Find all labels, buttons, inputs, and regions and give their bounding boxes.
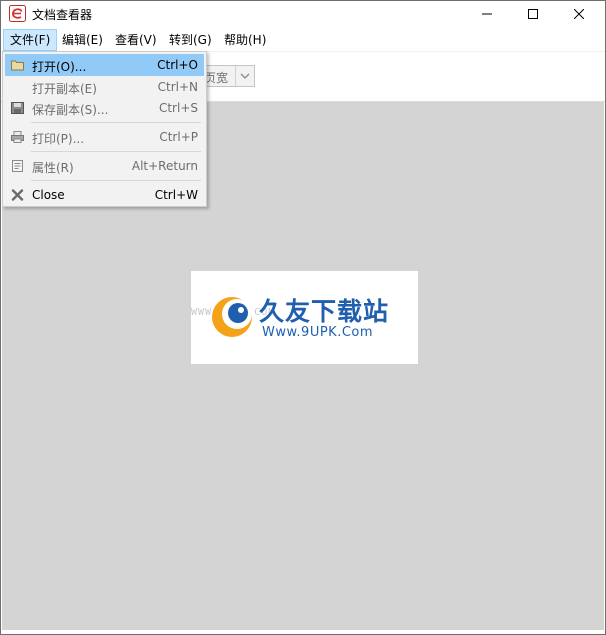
menu-bar: 文件(F) 编辑(E) 查看(V) 转到(G) 帮助(H): [1, 29, 605, 52]
save-icon: [11, 102, 24, 114]
close-button[interactable]: [556, 1, 602, 27]
watermark-brand: 久友下载站: [259, 297, 390, 326]
menu-file[interactable]: 文件(F): [3, 29, 58, 51]
menu-separator: [31, 180, 201, 181]
minimize-button[interactable]: [464, 1, 510, 27]
menu-view[interactable]: 查看(V): [109, 29, 163, 51]
zoom-value: 页宽: [204, 71, 229, 85]
close-x-icon: [11, 189, 24, 201]
watermark-logo-icon: [212, 297, 252, 337]
title-bar[interactable]: 文档查看器: [1, 1, 605, 27]
window-title: 文档查看器: [32, 8, 93, 22]
watermark-url: Www.9UPK.Com: [262, 325, 374, 340]
maximize-icon: [528, 9, 538, 19]
maximize-button[interactable]: [510, 1, 556, 27]
properties-icon: [12, 160, 23, 172]
menu-edit[interactable]: 编辑(E): [56, 29, 109, 51]
folder-open-icon: [11, 60, 24, 71]
menu-item-save-copy[interactable]: 保存副本(S)... Ctrl+S: [5, 97, 204, 119]
close-icon: [574, 9, 584, 19]
menu-separator: [31, 122, 201, 123]
app-window: 文档查看器 文件(F) 编辑(E) 查看(V) 转到(G) 帮助(H) 页宽 W…: [0, 0, 606, 635]
menu-item-close[interactable]: Close Ctrl+W: [5, 184, 204, 206]
watermark: WWW.9UPK.COM 久友下载站 Www.9UPK.Com: [191, 271, 418, 364]
menu-item-open-copy[interactable]: 打开副本(E) Ctrl+N: [5, 76, 204, 98]
e-logo-icon: [9, 5, 26, 22]
menu-goto[interactable]: 转到(G): [163, 29, 218, 51]
chevron-down-icon[interactable]: [235, 66, 254, 86]
file-menu-dropdown: 打开(O)... Ctrl+O 打开副本(E) Ctrl+N 保存副本(S)..…: [2, 51, 207, 207]
minimize-icon: [482, 13, 492, 15]
menu-item-print[interactable]: 打印(P)... Ctrl+P: [5, 126, 204, 148]
menu-item-open[interactable]: 打开(O)... Ctrl+O: [5, 54, 204, 76]
printer-icon: [11, 131, 24, 143]
menu-separator: [31, 151, 201, 152]
menu-item-properties[interactable]: 属性(R) Alt+Return: [5, 155, 204, 177]
menu-help[interactable]: 帮助(H): [218, 29, 272, 51]
